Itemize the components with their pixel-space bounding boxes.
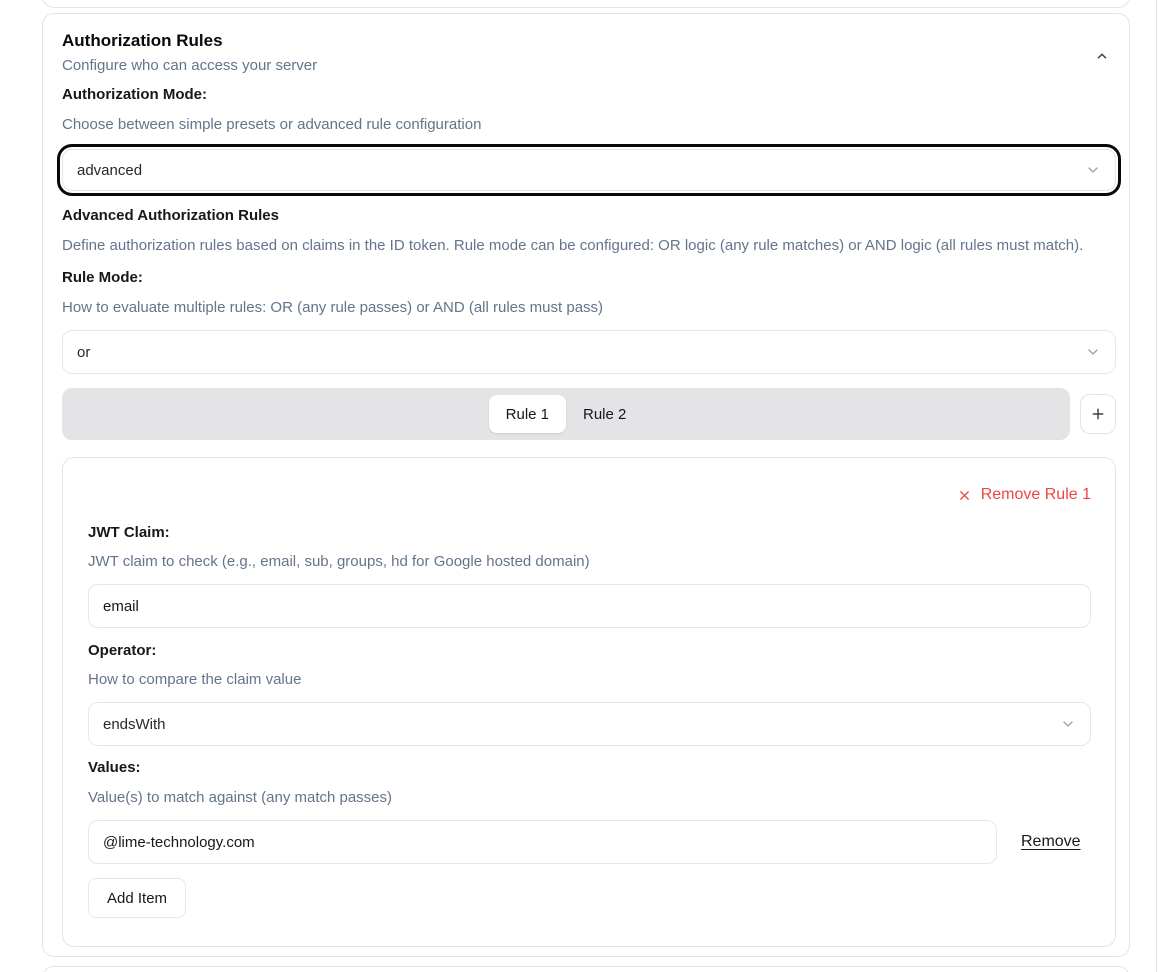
rule-mode-select[interactable]: or (62, 330, 1116, 374)
rule-1-panel: Remove Rule 1 JWT Claim: JWT claim to ch… (62, 457, 1116, 947)
authorization-mode-value: advanced (77, 162, 142, 179)
value-input[interactable] (88, 820, 997, 864)
values-description: Value(s) to match against (any match pas… (88, 788, 1091, 808)
section-title: Authorization Rules (62, 31, 1116, 51)
jwt-claim-label: JWT Claim: (88, 524, 1091, 542)
authorization-mode-description: Choose between simple presets or advance… (62, 115, 1116, 135)
x-icon (957, 488, 972, 503)
chevron-down-icon (1085, 162, 1101, 178)
tab-rule-1[interactable]: Rule 1 (489, 395, 566, 433)
operator-description: How to compare the claim value (88, 670, 1091, 690)
page-right-divider (1156, 0, 1157, 972)
rule-mode-label: Rule Mode: (62, 269, 1116, 287)
remove-value-link[interactable]: Remove (1021, 833, 1081, 851)
authorization-rules-card: Authorization Rules Configure who can ac… (42, 13, 1130, 957)
plus-icon (1090, 406, 1106, 422)
remove-rule-button[interactable]: Remove Rule 1 (957, 486, 1091, 504)
settings-page: Authorization Rules Configure who can ac… (0, 0, 1162, 972)
operator-value: endsWith (103, 716, 166, 733)
next-card-edge (42, 966, 1130, 972)
add-item-button[interactable]: Add Item (88, 878, 186, 918)
rule-tabs-list: Rule 1 Rule 2 (62, 388, 1070, 440)
chevron-down-icon (1085, 344, 1101, 360)
rule-mode-description: How to evaluate multiple rules: OR (any … (62, 298, 1116, 318)
authorization-mode-select[interactable]: advanced (62, 149, 1116, 191)
authorization-mode-label: Authorization Mode: (62, 86, 1116, 104)
section-subtitle: Configure who can access your server (62, 56, 1116, 76)
previous-card-edge (42, 0, 1130, 8)
value-item-row: Remove (88, 820, 1091, 864)
operator-label: Operator: (88, 642, 1091, 660)
advanced-rules-description: Define authorization rules based on clai… (62, 236, 1116, 256)
chevron-up-icon (1095, 49, 1109, 63)
collapse-section-button[interactable] (1091, 45, 1113, 67)
jwt-claim-input[interactable] (88, 584, 1091, 628)
rule-mode-value: or (77, 344, 90, 361)
add-rule-button[interactable] (1080, 394, 1116, 434)
operator-select[interactable]: endsWith (88, 702, 1091, 746)
remove-rule-row: Remove Rule 1 (88, 486, 1091, 504)
tab-rule-2[interactable]: Rule 2 (566, 395, 643, 433)
chevron-down-icon (1060, 716, 1076, 732)
advanced-rules-title: Advanced Authorization Rules (62, 207, 1116, 225)
values-label: Values: (88, 759, 1091, 777)
rule-tabs-row: Rule 1 Rule 2 (62, 388, 1116, 440)
remove-rule-label: Remove Rule 1 (981, 486, 1091, 504)
jwt-claim-description: JWT claim to check (e.g., email, sub, gr… (88, 552, 1091, 572)
